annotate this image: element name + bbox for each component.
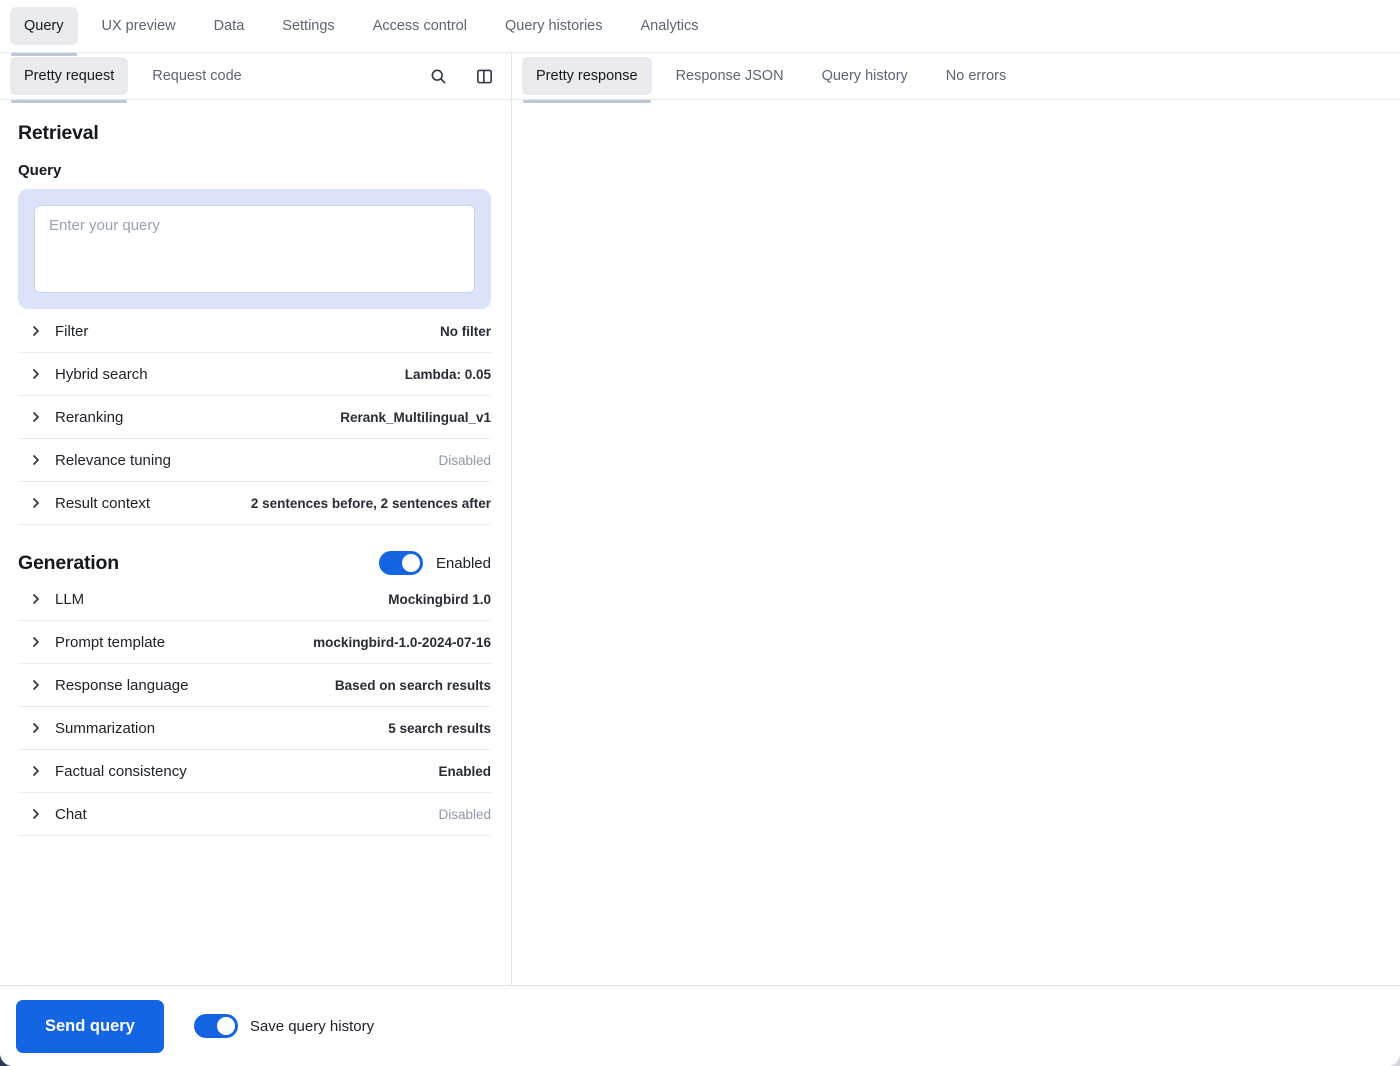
generation-section-title: Generation xyxy=(18,552,119,575)
response-pane: Pretty response Response JSON Query hist… xyxy=(512,53,1400,985)
row-value: mockingbird-1.0-2024-07-16 xyxy=(313,635,491,650)
request-editor: Retrieval Query Filter No filter Hybrid … xyxy=(0,100,511,985)
row-label: Summarization xyxy=(55,720,155,737)
row-label: Hybrid search xyxy=(55,366,148,383)
row-value: 2 sentences before, 2 sentences after xyxy=(251,496,491,511)
row-label: LLM xyxy=(55,591,84,608)
row-value: Based on search results xyxy=(335,678,491,693)
chevron-right-icon xyxy=(28,409,44,425)
accordion-row-prompt-template[interactable]: Prompt template mockingbird-1.0-2024-07-… xyxy=(18,621,491,664)
send-query-button[interactable]: Send query xyxy=(16,1000,164,1053)
tab-request-code[interactable]: Request code xyxy=(138,57,255,95)
split-panel-button[interactable] xyxy=(467,59,501,93)
accordion-row-response-language[interactable]: Response language Based on search result… xyxy=(18,664,491,707)
save-query-history-toggle[interactable] xyxy=(194,1014,238,1038)
row-value: Disabled xyxy=(438,807,491,822)
row-value: Lambda: 0.05 xyxy=(405,367,491,382)
main-tab-bar: Query UX preview Data Settings Access co… xyxy=(0,0,1400,53)
accordion-row-summarization[interactable]: Summarization 5 search results xyxy=(18,707,491,750)
tab-analytics[interactable]: Analytics xyxy=(627,7,713,45)
row-value: Enabled xyxy=(438,764,491,779)
chevron-right-icon xyxy=(28,720,44,736)
search-button[interactable] xyxy=(421,59,455,93)
chevron-right-icon xyxy=(28,323,44,339)
row-label: Response language xyxy=(55,677,188,694)
chevron-right-icon xyxy=(28,591,44,607)
accordion-row-relevance-tuning[interactable]: Relevance tuning Disabled xyxy=(18,439,491,482)
accordion-row-chat[interactable]: Chat Disabled xyxy=(18,793,491,836)
row-label: Result context xyxy=(55,495,150,512)
retrieval-settings-list: Filter No filter Hybrid search Lambda: 0… xyxy=(18,310,491,525)
generation-settings-list: LLM Mockingbird 1.0 Prompt template mock… xyxy=(18,578,491,836)
row-value: Mockingbird 1.0 xyxy=(388,592,491,607)
tab-data[interactable]: Data xyxy=(200,7,259,45)
generation-toggle-label: Enabled xyxy=(436,555,491,572)
toggle-knob xyxy=(402,554,420,572)
request-pane: Pretty request Request code xyxy=(0,53,512,985)
tab-response-json[interactable]: Response JSON xyxy=(662,57,798,95)
row-value: Disabled xyxy=(438,453,491,468)
save-query-history-label: Save query history xyxy=(250,1018,374,1035)
generation-toggle[interactable] xyxy=(379,551,423,575)
row-value: Rerank_Multilingual_v1 xyxy=(340,410,491,425)
row-label: Relevance tuning xyxy=(55,452,171,469)
accordion-row-factual-consistency[interactable]: Factual consistency Enabled xyxy=(18,750,491,793)
search-icon xyxy=(430,68,447,85)
accordion-row-reranking[interactable]: Reranking Rerank_Multilingual_v1 xyxy=(18,396,491,439)
chevron-right-icon xyxy=(28,806,44,822)
row-label: Prompt template xyxy=(55,634,165,651)
row-value: 5 search results xyxy=(388,721,491,736)
row-label: Factual consistency xyxy=(55,763,187,780)
tab-no-errors[interactable]: No errors xyxy=(932,57,1020,95)
accordion-row-llm[interactable]: LLM Mockingbird 1.0 xyxy=(18,578,491,621)
tab-pretty-request[interactable]: Pretty request xyxy=(10,57,128,95)
tab-ux-preview[interactable]: UX preview xyxy=(88,7,190,45)
footer-bar: Send query Save query history xyxy=(0,985,1400,1066)
chevron-right-icon xyxy=(28,763,44,779)
split-panel-icon xyxy=(476,68,493,85)
row-label: Chat xyxy=(55,806,87,823)
chevron-right-icon xyxy=(28,452,44,468)
query-field-label: Query xyxy=(18,162,491,179)
request-tab-bar: Pretty request Request code xyxy=(0,53,511,100)
query-input[interactable] xyxy=(34,205,475,293)
chevron-right-icon xyxy=(28,634,44,650)
row-value: No filter xyxy=(440,324,491,339)
main-content: Pretty request Request code xyxy=(0,53,1400,985)
accordion-row-result-context[interactable]: Result context 2 sentences before, 2 sen… xyxy=(18,482,491,525)
chevron-right-icon xyxy=(28,677,44,693)
tab-query[interactable]: Query xyxy=(10,7,78,45)
retrieval-section-title: Retrieval xyxy=(18,122,491,145)
chevron-right-icon xyxy=(28,495,44,511)
tab-query-history[interactable]: Query history xyxy=(808,57,922,95)
tab-settings[interactable]: Settings xyxy=(268,7,348,45)
query-input-container xyxy=(18,189,491,309)
tab-query-histories[interactable]: Query histories xyxy=(491,7,617,45)
generation-section-header: Generation Enabled xyxy=(18,551,491,575)
tab-access-control[interactable]: Access control xyxy=(359,7,481,45)
chevron-right-icon xyxy=(28,366,44,382)
row-label: Reranking xyxy=(55,409,123,426)
accordion-row-filter[interactable]: Filter No filter xyxy=(18,310,491,353)
response-tab-bar: Pretty response Response JSON Query hist… xyxy=(512,53,1400,100)
row-label: Filter xyxy=(55,323,88,340)
response-body xyxy=(512,100,1400,985)
accordion-row-hybrid-search[interactable]: Hybrid search Lambda: 0.05 xyxy=(18,353,491,396)
query-console-window: Query UX preview Data Settings Access co… xyxy=(0,0,1400,1066)
tab-pretty-response[interactable]: Pretty response xyxy=(522,57,652,95)
toggle-knob xyxy=(217,1017,235,1035)
